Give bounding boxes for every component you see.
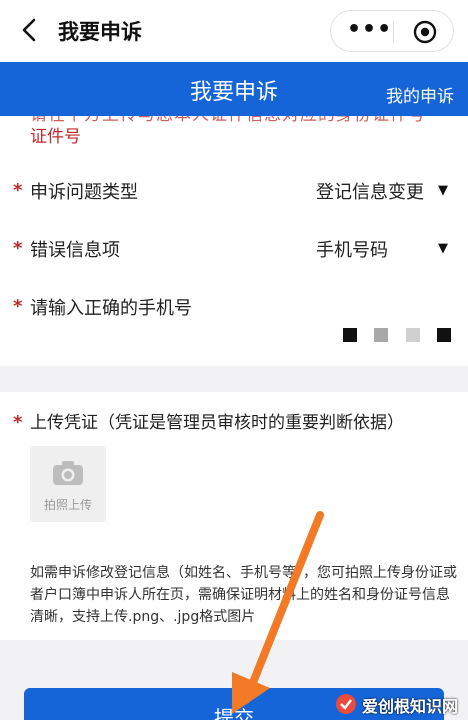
watermark-text: 爱创根知识网 [362, 697, 459, 716]
watermark-logo-icon [336, 694, 356, 714]
watermark: 爱创根知识网 [334, 690, 468, 720]
orange-pointer-arrow [232, 511, 324, 714]
